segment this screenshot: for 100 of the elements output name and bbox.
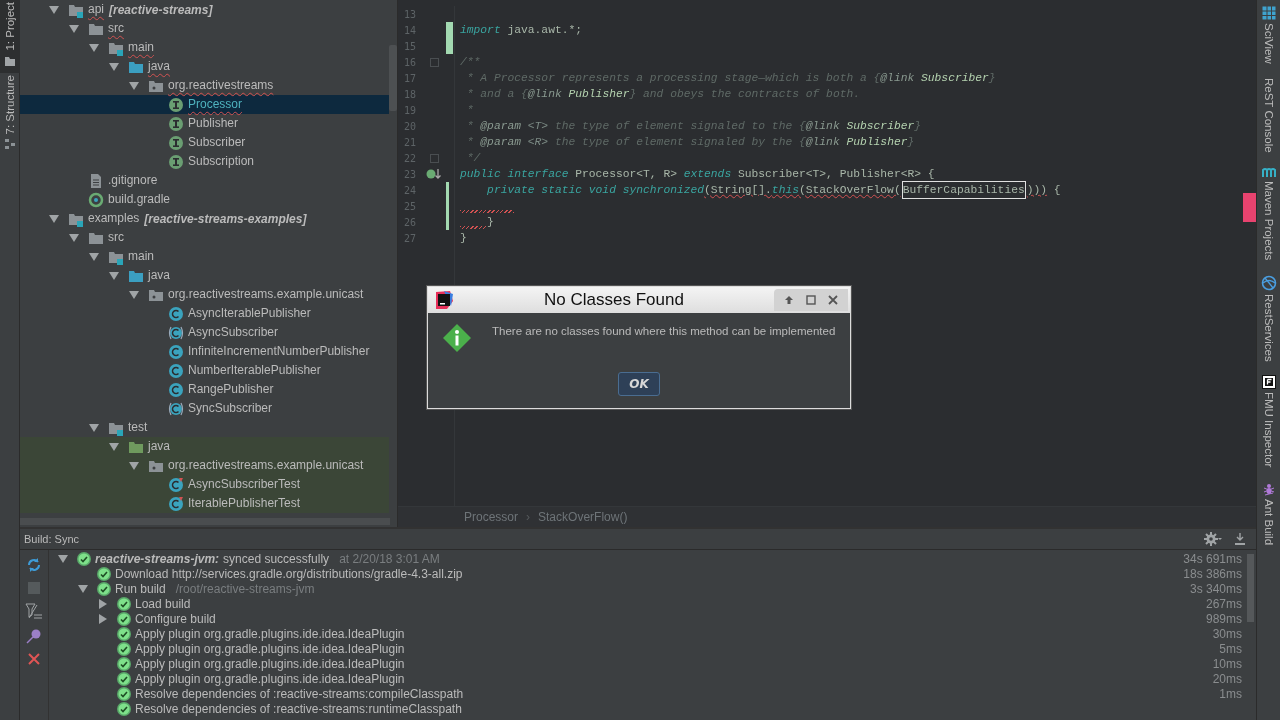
code-token: the type of element signaled to the {: [553, 119, 806, 134]
sync-icon: [26, 557, 42, 573]
code-token: (StackOverFlow(: [799, 183, 901, 198]
tree-item[interactable]: AsyncSubscriberTest: [20, 475, 389, 494]
code-token: }: [914, 119, 922, 134]
code-token: @link: [880, 71, 915, 86]
code-token: }: [907, 135, 915, 150]
build-tree-item[interactable]: Apply plugin org.gradle.plugins.ide.idea.IdeaPlugin 10ms: [49, 656, 1242, 671]
fold-icon: [429, 57, 439, 67]
code-token: BufferCapabilities: [902, 182, 1025, 198]
interface-icon: [168, 96, 184, 113]
code-token: Publisher: [845, 135, 908, 150]
tool-window-tab[interactable]: ReST Console: [1262, 77, 1275, 153]
tool-window-tab[interactable]: Ant Build: [1261, 481, 1276, 545]
code-token: this: [771, 183, 799, 198]
expanded-arrow-icon: [89, 251, 99, 262]
code-token: /**: [460, 55, 481, 70]
code-token: (String[].: [704, 183, 772, 198]
tree-item[interactable]: org.reactivestreams: [20, 76, 389, 95]
build-tree-item[interactable]: reactive-streams-jvm: synced successfully at 2/20/18 3:01 AM 34s 691ms: [49, 551, 1242, 566]
code-token: {: [1052, 183, 1061, 198]
maximize-icon: [806, 295, 816, 305]
code-token: @param: [480, 135, 522, 150]
ok-status-icon: [117, 596, 131, 611]
tool-window-tab[interactable]: FMU Inspector: [1261, 375, 1276, 468]
expanded-arrow-icon: [129, 460, 139, 471]
class-icon: [168, 343, 184, 360]
error-stripe-marker[interactable]: [1243, 193, 1256, 222]
build-tree-item[interactable]: Download http://services.gradle.org/distributions/gradle-4.3-all.zip 18s 386ms: [49, 566, 1242, 581]
scrollbar[interactable]: [20, 518, 390, 525]
tree-item[interactable]: api [reactive-streams]: [20, 0, 389, 19]
code-token: public interface: [460, 167, 569, 182]
build-tree-item[interactable]: Resolve dependencies of :reactive-streams:compileClasspath 1ms: [49, 686, 1242, 701]
fold-icon: [429, 153, 439, 163]
tree-item[interactable]: examples [reactive-streams-examples]: [20, 209, 389, 228]
build-tree-item[interactable]: Apply plugin org.gradle.plugins.ide.idea.IdeaPlugin 5ms: [49, 641, 1242, 656]
tree-item[interactable]: .gitignore: [20, 171, 389, 190]
tree-item[interactable]: InfiniteIncrementNumberPublisher: [20, 342, 389, 361]
tree-item[interactable]: java: [20, 437, 389, 456]
tool-window-tab[interactable]: RestServices: [1260, 274, 1277, 362]
code-token: *: [465, 135, 475, 150]
code-token: @link: [527, 87, 562, 102]
tree-item[interactable]: Subscriber: [20, 133, 389, 152]
ok-status-icon: [97, 566, 111, 581]
implemented-icon: [426, 168, 442, 180]
tree-item[interactable]: Publisher: [20, 114, 389, 133]
code-token: the type of element signaled by the {: [553, 135, 806, 150]
scrollbar[interactable]: [389, 45, 397, 111]
build-tree-item[interactable]: Apply plugin org.gradle.plugins.ide.idea.IdeaPlugin 30ms: [49, 626, 1242, 641]
code-token: ))): [1026, 183, 1048, 198]
build-tree-item[interactable]: Load build 267ms: [49, 596, 1242, 611]
tool-window-tab[interactable]: Maven Projects: [1261, 166, 1276, 261]
tree-item[interactable]: SyncSubscriber: [20, 399, 389, 418]
tree-item[interactable]: java: [20, 266, 389, 285]
collapsed-arrow-icon: [98, 598, 108, 609]
collapsed-arrow-icon: [98, 613, 108, 624]
build-tree-item[interactable]: Apply plugin org.gradle.plugins.ide.idea.IdeaPlugin 20ms: [49, 671, 1242, 686]
tree-item[interactable]: AsyncIterablePublisher: [20, 304, 389, 323]
tool-window-tab[interactable]: 1: Project: [0, 0, 20, 73]
build-tree-item[interactable]: Run build /root/reactive-streams-jvm 3s 340ms: [49, 581, 1242, 596]
scrollbar[interactable]: [1247, 554, 1254, 622]
class-icon: [168, 381, 184, 398]
expanded-arrow-icon: [89, 422, 99, 433]
interface-icon: [168, 134, 184, 151]
build-tree-item[interactable]: Resolve dependencies of :reactive-streams:runtimeClasspath: [49, 701, 1242, 716]
tree-item[interactable]: java: [20, 57, 389, 76]
tree-item[interactable]: Subscription: [20, 152, 389, 171]
code-token: Publisher: [567, 87, 630, 102]
tree-item[interactable]: src: [20, 228, 389, 247]
ok-button[interactable]: OK: [618, 372, 660, 396]
tree-item[interactable]: org.reactivestreams.example.unicast: [20, 285, 389, 304]
tree-item[interactable]: build.gradle: [20, 190, 389, 209]
build-tree-item[interactable]: Configure build 989ms: [49, 611, 1242, 626]
fmu-icon: [1261, 375, 1276, 390]
code-token: * and a {: [465, 87, 528, 102]
error-squiggle: [460, 209, 515, 213]
close-icon: [28, 653, 40, 665]
info-icon: [442, 323, 472, 353]
tree-item[interactable]: RangePublisher: [20, 380, 389, 399]
tool-window-tab[interactable]: 7: Structure: [0, 72, 20, 157]
code-token: Subscriber: [845, 119, 915, 134]
expanded-arrow-icon: [78, 583, 88, 594]
tree-item[interactable]: Processor: [20, 95, 389, 114]
tree-item[interactable]: NumberIterablePublisher: [20, 361, 389, 380]
tree-item[interactable]: AsyncSubscriber: [20, 323, 389, 342]
tree-item[interactable]: test: [20, 418, 389, 437]
tree-item[interactable]: main: [20, 38, 389, 57]
code-token: Subscriber: [920, 71, 989, 86]
code-token: */: [465, 151, 481, 166]
tree-item[interactable]: IterablePublisherTest: [20, 494, 389, 513]
code-token: *: [465, 103, 474, 118]
code-token: }: [487, 215, 494, 230]
tree-item[interactable]: main: [20, 247, 389, 266]
tool-window-tab[interactable]: SciView: [1261, 6, 1276, 64]
code-token: @param: [480, 119, 522, 134]
panel-title: Build: Sync: [24, 533, 80, 545]
tree-item[interactable]: src: [20, 19, 389, 38]
test-class-icon: [168, 495, 184, 512]
maven-icon: [1261, 166, 1276, 179]
tree-item[interactable]: org.reactivestreams.example.unicast: [20, 456, 389, 475]
